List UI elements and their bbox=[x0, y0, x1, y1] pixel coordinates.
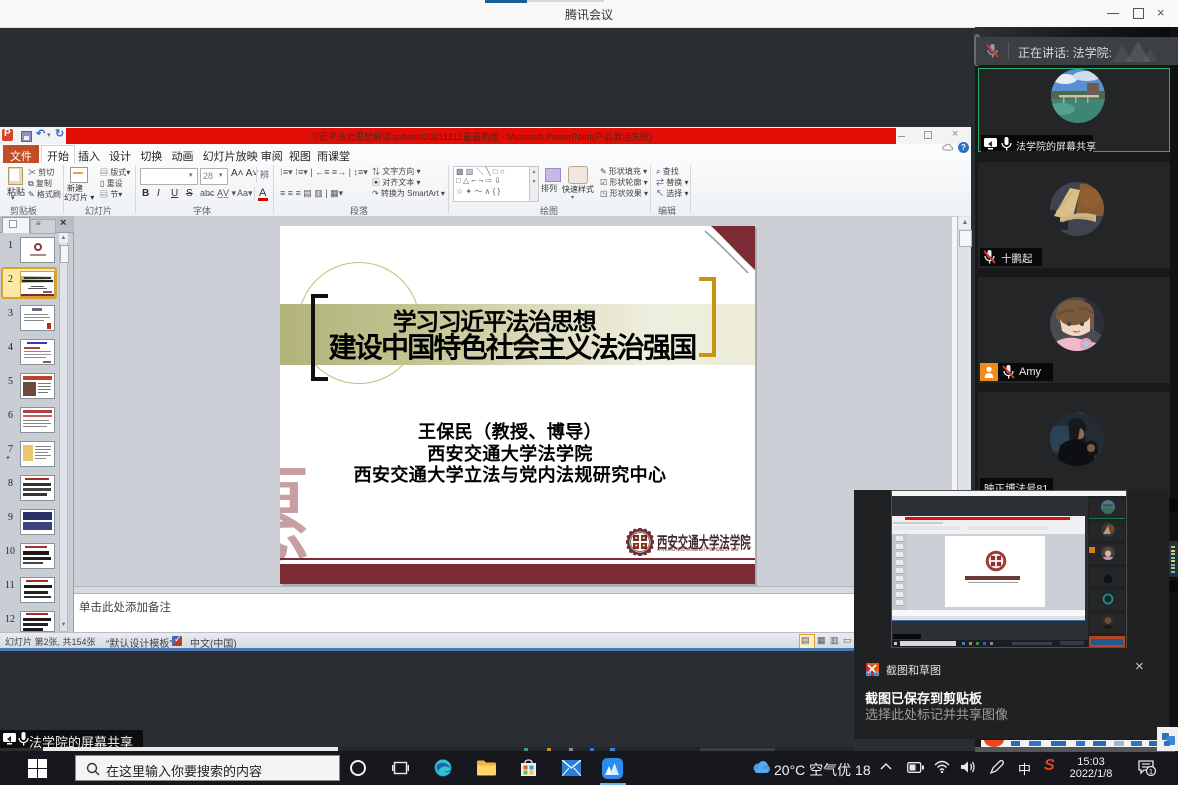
svg-text:1: 1 bbox=[1149, 769, 1153, 776]
